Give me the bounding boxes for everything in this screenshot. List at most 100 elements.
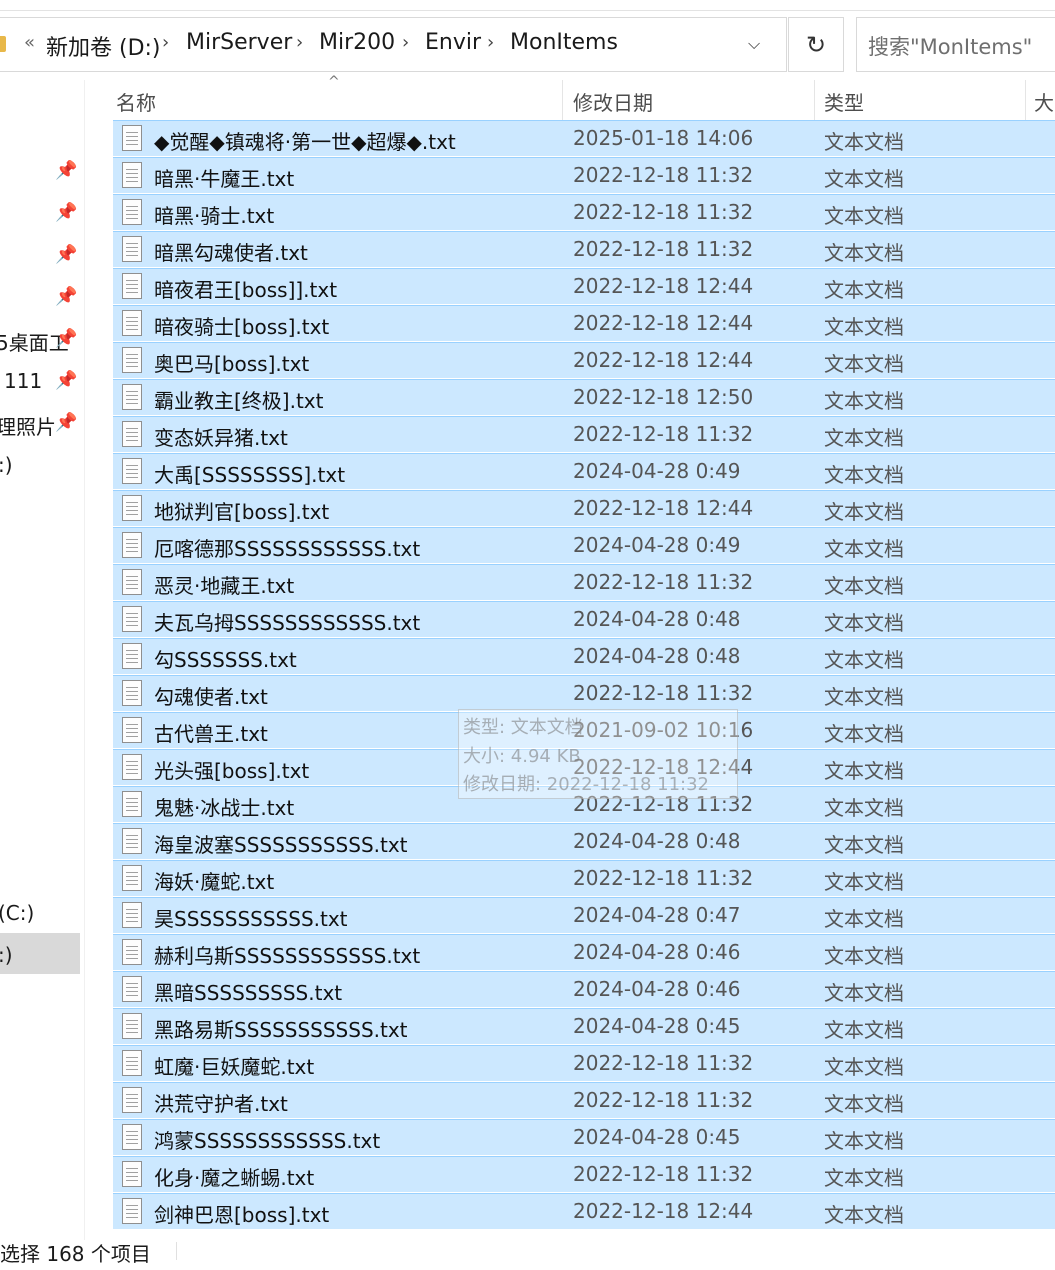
- column-header-name[interactable]: 名称: [116, 87, 156, 116]
- file-type: 文本文档: [824, 204, 904, 228]
- file-type: 文本文档: [824, 685, 904, 709]
- search-input[interactable]: 搜索"MonItems": [856, 17, 1055, 72]
- file-row[interactable]: 暗黑勾魂使者.txt 2022-12-18 11:32 文本文档: [113, 231, 1055, 267]
- text-file-icon: [122, 643, 142, 669]
- file-name: 赫利乌斯SSSSSSSSSSSS.txt: [154, 944, 421, 968]
- file-name: 化身·魔之蜥蜴.txt: [154, 1166, 315, 1190]
- file-type: 文本文档: [824, 944, 904, 968]
- file-date: 2024-04-28 0:48: [573, 607, 741, 631]
- nav-item-drive-c[interactable]: (C:): [0, 901, 34, 925]
- file-date: 2022-12-18 12:44: [573, 311, 754, 335]
- file-row[interactable]: 大禹[SSSSSSSS].txt 2024-04-28 0:49 文本文档: [113, 453, 1055, 489]
- text-file-icon: [122, 384, 142, 410]
- nav-item-photos[interactable]: 理照片: [0, 411, 56, 440]
- chevron-right-icon[interactable]: ›: [296, 32, 303, 53]
- navigation-pane[interactable]: 📌 📌 📌 📌 5桌面工 📌 111 📌 理照片 📌 :) (C:) :): [0, 80, 80, 1270]
- file-row[interactable]: 夫瓦乌拇SSSSSSSSSSSS.txt 2024-04-28 0:48 文本文档: [113, 601, 1055, 637]
- file-name: 暗黑勾魂使者.txt: [154, 241, 308, 265]
- file-type: 文本文档: [824, 1129, 904, 1153]
- file-date: 2024-04-28 0:49: [573, 459, 741, 483]
- text-file-icon: [122, 828, 142, 854]
- file-row[interactable]: ◆觉醒◆镇魂将·第一世◆超爆◆.txt 2025-01-18 14:06 文本文档: [113, 120, 1055, 156]
- file-name: 洪荒守护者.txt: [154, 1092, 288, 1116]
- file-date: 2022-12-18 11:32: [573, 1051, 754, 1075]
- text-file-icon: [122, 310, 142, 336]
- file-row[interactable]: 暗夜骑士[boss].txt 2022-12-18 12:44 文本文档: [113, 305, 1055, 341]
- file-row[interactable]: 暗黑·骑士.txt 2022-12-18 11:32 文本文档: [113, 194, 1055, 230]
- file-type: 文本文档: [824, 907, 904, 931]
- file-row[interactable]: 暗黑·牛魔王.txt 2022-12-18 11:32 文本文档: [113, 157, 1055, 193]
- text-file-icon: [122, 421, 142, 447]
- file-name: 黑暗SSSSSSSSS.txt: [154, 981, 343, 1005]
- breadcrumb-overflow-icon[interactable]: «: [24, 32, 35, 53]
- file-row[interactable]: 昊SSSSSSSSSSS.txt 2024-04-28 0:47 文本文档: [113, 897, 1055, 933]
- file-row[interactable]: 暗夜君王[boss]].txt 2022-12-18 12:44 文本文档: [113, 268, 1055, 304]
- file-row[interactable]: 黑暗SSSSSSSSS.txt 2024-04-28 0:46 文本文档: [113, 971, 1055, 1007]
- text-file-icon: [122, 680, 142, 706]
- chevron-down-icon[interactable]: ⌵: [748, 34, 760, 54]
- text-file-icon: [122, 1050, 142, 1076]
- file-row[interactable]: 剑神巴恩[boss].txt 2022-12-18 12:44 文本文档: [113, 1193, 1055, 1229]
- file-row[interactable]: 海妖·魔蛇.txt 2022-12-18 11:32 文本文档: [113, 860, 1055, 896]
- pin-icon: 📌: [55, 412, 78, 433]
- column-header-date[interactable]: 修改日期: [573, 87, 653, 116]
- file-date: 2022-12-18 11:32: [573, 163, 754, 187]
- file-date: 2025-01-18 14:06: [573, 126, 754, 150]
- nav-item-drive-d[interactable]: :): [0, 943, 13, 967]
- file-row[interactable]: 地狱判官[boss].txt 2022-12-18 12:44 文本文档: [113, 490, 1055, 526]
- file-date: 2024-04-28 0:48: [573, 644, 741, 668]
- file-row[interactable]: 勾SSSSSSS.txt 2024-04-28 0:48 文本文档: [113, 638, 1055, 674]
- file-row[interactable]: 变态妖异猪.txt 2022-12-18 11:32 文本文档: [113, 416, 1055, 452]
- text-file-icon: [122, 754, 142, 780]
- file-date: 2022-12-18 12:50: [573, 385, 754, 409]
- file-date: 2024-04-28 0:45: [573, 1125, 741, 1149]
- file-type: 文本文档: [824, 426, 904, 450]
- chevron-right-icon[interactable]: ›: [162, 32, 169, 53]
- file-name: 海妖·魔蛇.txt: [154, 870, 275, 894]
- nav-item-drive[interactable]: :): [0, 453, 13, 477]
- text-file-icon: [122, 1161, 142, 1187]
- column-header-size[interactable]: 大: [1034, 87, 1054, 116]
- breadcrumb-envir[interactable]: Envir: [425, 30, 481, 55]
- tooltip-size: 大小: 4.94 KB: [463, 746, 581, 767]
- file-name: 剑神巴恩[boss].txt: [154, 1203, 330, 1227]
- file-row[interactable]: 洪荒守护者.txt 2022-12-18 11:32 文本文档: [113, 1082, 1055, 1118]
- address-bar[interactable]: « 新加卷 (D:) › MirServer › Mir200 › Envir …: [0, 17, 787, 72]
- text-file-icon: [122, 532, 142, 558]
- file-date: 2022-12-18 11:32: [573, 237, 754, 261]
- file-row[interactable]: 赫利乌斯SSSSSSSSSSSS.txt 2024-04-28 0:46 文本文档: [113, 934, 1055, 970]
- file-type: 文本文档: [824, 796, 904, 820]
- breadcrumb-monitems[interactable]: MonItems: [510, 30, 618, 55]
- file-row[interactable]: 霸业教主[终极].txt 2022-12-18 12:50 文本文档: [113, 379, 1055, 415]
- chevron-right-icon[interactable]: ›: [402, 32, 409, 53]
- breadcrumb-mirserver[interactable]: MirServer: [186, 30, 292, 55]
- breadcrumb-drive[interactable]: 新加卷 (D:): [46, 30, 161, 62]
- file-type: 文本文档: [824, 1018, 904, 1042]
- file-row[interactable]: 恶灵·地藏王.txt 2022-12-18 11:32 文本文档: [113, 564, 1055, 600]
- text-file-icon: [122, 902, 142, 928]
- text-file-icon: [122, 1013, 142, 1039]
- text-file-icon: [122, 162, 142, 188]
- file-date: 2022-12-18 12:44: [573, 496, 754, 520]
- text-file-icon: [122, 791, 142, 817]
- file-row[interactable]: 鸿蒙SSSSSSSSSSSS.txt 2024-04-28 0:45 文本文档: [113, 1119, 1055, 1155]
- file-row[interactable]: 厄喀德那SSSSSSSSSSSS.txt 2024-04-28 0:49 文本文档: [113, 527, 1055, 563]
- file-row[interactable]: 勾魂使者.txt 2022-12-18 11:32 文本文档: [113, 675, 1055, 711]
- file-name: 光头强[boss].txt: [154, 759, 310, 783]
- file-name: 霸业教主[终极].txt: [154, 389, 324, 413]
- breadcrumb-mir200[interactable]: Mir200: [319, 30, 395, 55]
- file-row[interactable]: 奥巴马[boss].txt 2022-12-18 12:44 文本文档: [113, 342, 1055, 378]
- text-file-icon: [122, 1087, 142, 1113]
- chevron-right-icon[interactable]: ›: [487, 32, 494, 53]
- folder-icon: [0, 36, 6, 52]
- file-row[interactable]: 黑路易斯SSSSSSSSSSS.txt 2024-04-28 0:45 文本文档: [113, 1008, 1055, 1044]
- pin-icon: 📌: [55, 244, 78, 265]
- file-row[interactable]: 虹魔·巨妖魔蛇.txt 2022-12-18 11:32 文本文档: [113, 1045, 1055, 1081]
- file-row[interactable]: 化身·魔之蜥蜴.txt 2022-12-18 11:32 文本文档: [113, 1156, 1055, 1192]
- refresh-button[interactable]: ↻: [788, 17, 844, 72]
- file-row[interactable]: 海皇波塞SSSSSSSSSSS.txt 2024-04-28 0:48 文本文档: [113, 823, 1055, 859]
- column-header-type[interactable]: 类型: [824, 87, 864, 116]
- text-file-icon: [122, 865, 142, 891]
- file-name: 恶灵·地藏王.txt: [154, 574, 295, 598]
- nav-item-111[interactable]: 111: [4, 369, 42, 393]
